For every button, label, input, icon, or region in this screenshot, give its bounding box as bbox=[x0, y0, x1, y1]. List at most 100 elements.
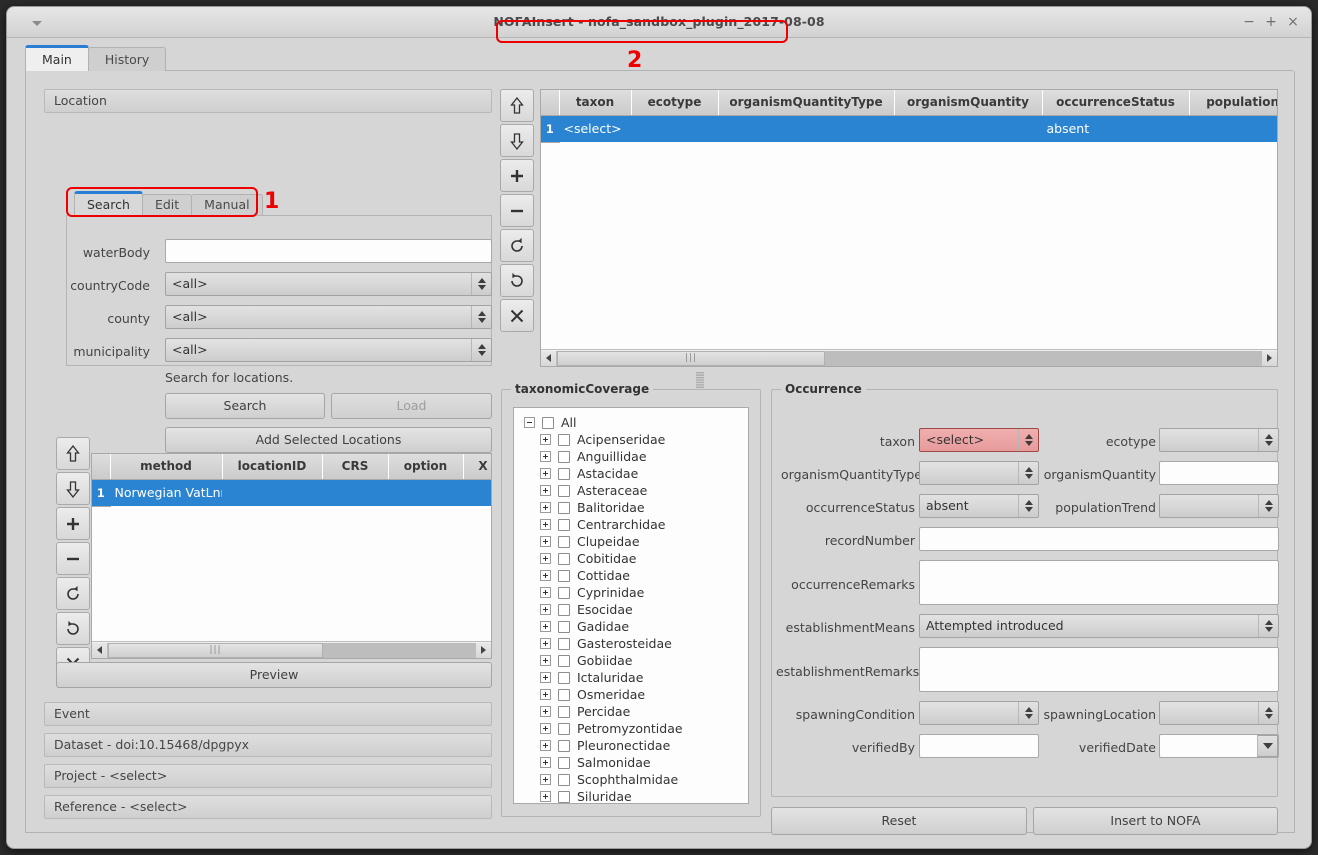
spinner-icon[interactable] bbox=[1258, 495, 1278, 517]
occurrence-remarks-input[interactable] bbox=[919, 560, 1279, 605]
tree-item[interactable]: Pleuronectidae bbox=[514, 737, 748, 754]
checkbox-taxon-family[interactable] bbox=[558, 790, 570, 803]
checkbox-taxon-family[interactable] bbox=[558, 484, 570, 497]
scroll-thumb[interactable]: ||| bbox=[557, 350, 825, 366]
checkbox-taxon-family[interactable] bbox=[558, 620, 570, 633]
county-combo[interactable]: <all> bbox=[165, 305, 492, 329]
project-section-header[interactable]: Project - <select> bbox=[44, 764, 492, 788]
cell-crs[interactable] bbox=[322, 479, 389, 506]
table-row[interactable]: 1 <select> absent bbox=[541, 115, 1277, 143]
taxon-combo[interactable]: <select> bbox=[919, 428, 1039, 452]
event-section-header[interactable]: Event bbox=[44, 702, 492, 726]
scroll-left-icon[interactable] bbox=[541, 350, 557, 366]
column-header-populationtrend[interactable]: populationTr bbox=[1189, 90, 1277, 116]
checkbox-taxon-family[interactable] bbox=[558, 552, 570, 565]
checkbox-taxon-family[interactable] bbox=[558, 654, 570, 667]
tree-item[interactable]: Anguillidae bbox=[514, 448, 748, 465]
scroll-thumb[interactable]: ||| bbox=[108, 642, 323, 658]
maximize-button[interactable]: + bbox=[1263, 15, 1279, 31]
tree-item[interactable]: Esocidae bbox=[514, 601, 748, 618]
checkbox-taxon-family[interactable] bbox=[558, 569, 570, 582]
occurrence-table-hscrollbar[interactable]: ||| bbox=[541, 349, 1277, 366]
preview-button[interactable]: Preview bbox=[56, 662, 492, 688]
tree-item-all[interactable]: All bbox=[514, 414, 748, 431]
column-header-ecotype[interactable]: ecotype bbox=[631, 90, 719, 116]
verified-by-input[interactable] bbox=[919, 734, 1039, 758]
dataset-section-header[interactable]: Dataset - doi:10.15468/dpgpyx bbox=[44, 733, 492, 757]
column-header-locationid[interactable]: locationID bbox=[222, 454, 323, 480]
expand-expander-icon[interactable] bbox=[540, 672, 551, 683]
expand-expander-icon[interactable] bbox=[540, 570, 551, 581]
tree-item[interactable]: Cyprinidae bbox=[514, 584, 748, 601]
occurrence-refresh-button[interactable] bbox=[500, 229, 534, 262]
expand-expander-icon[interactable] bbox=[540, 740, 551, 751]
checkbox-taxon-family[interactable] bbox=[558, 637, 570, 650]
expand-expander-icon[interactable] bbox=[540, 638, 551, 649]
location-refresh-button[interactable] bbox=[56, 577, 90, 610]
location-move-down-button[interactable] bbox=[56, 472, 90, 505]
spinner-icon[interactable] bbox=[1258, 429, 1278, 451]
checkbox-taxon-family[interactable] bbox=[558, 603, 570, 616]
record-number-input[interactable] bbox=[919, 527, 1279, 551]
column-header-option[interactable]: option bbox=[388, 454, 464, 480]
location-reset-button[interactable] bbox=[56, 612, 90, 645]
checkbox-taxon-family[interactable] bbox=[558, 756, 570, 769]
scroll-track[interactable]: ||| bbox=[108, 642, 475, 658]
tree-item[interactable]: Clupeidae bbox=[514, 533, 748, 550]
expand-expander-icon[interactable] bbox=[540, 502, 551, 513]
column-header-organismquantitytype[interactable]: organismQuantityType bbox=[718, 90, 895, 116]
expand-expander-icon[interactable] bbox=[540, 706, 551, 717]
location-add-row-button[interactable] bbox=[56, 507, 90, 540]
tree-item[interactable]: Osmeridae bbox=[514, 686, 748, 703]
spawning-condition-combo[interactable] bbox=[919, 701, 1039, 725]
expand-expander-icon[interactable] bbox=[540, 791, 551, 802]
scroll-track[interactable]: ||| bbox=[557, 350, 1261, 366]
checkbox-taxon-family[interactable] bbox=[558, 705, 570, 718]
tab-main[interactable]: Main bbox=[25, 45, 89, 71]
tree-item[interactable]: Centrarchidae bbox=[514, 516, 748, 533]
scroll-left-icon[interactable] bbox=[92, 642, 108, 658]
location-section-header[interactable]: Location bbox=[44, 89, 492, 113]
scroll-right-icon[interactable] bbox=[1261, 350, 1277, 366]
spinner-icon[interactable] bbox=[471, 306, 491, 328]
establishment-remarks-input[interactable] bbox=[919, 647, 1279, 692]
occurrence-add-row-button[interactable] bbox=[500, 159, 534, 192]
scroll-right-icon[interactable] bbox=[475, 642, 491, 658]
spinner-icon[interactable] bbox=[471, 339, 491, 361]
location-remove-row-button[interactable] bbox=[56, 542, 90, 575]
expand-expander-icon[interactable] bbox=[540, 553, 551, 564]
checkbox-taxon-family[interactable] bbox=[558, 501, 570, 514]
table-row[interactable]: 1 Norwegian VatLnr bbox=[92, 479, 491, 507]
add-selected-locations-button[interactable]: Add Selected Locations bbox=[165, 427, 492, 453]
ecotype-combo[interactable] bbox=[1159, 428, 1279, 452]
spawning-location-combo[interactable] bbox=[1159, 701, 1279, 725]
collapse-expander-icon[interactable] bbox=[524, 417, 535, 428]
tree-item[interactable]: Gasterosteidae bbox=[514, 635, 748, 652]
location-tab-manual[interactable]: Manual bbox=[191, 194, 263, 215]
occurrence-table[interactable]: taxon ecotype organismQuantityType organ… bbox=[540, 89, 1278, 367]
search-button[interactable]: Search bbox=[165, 393, 325, 419]
tab-history[interactable]: History bbox=[87, 47, 167, 71]
minimize-button[interactable]: − bbox=[1241, 15, 1257, 31]
column-header-method[interactable]: method bbox=[110, 454, 223, 480]
reset-button[interactable]: Reset bbox=[771, 807, 1027, 835]
tree-item[interactable]: Balitoridae bbox=[514, 499, 748, 516]
taxonomic-coverage-tree[interactable]: All Acipenseridae Anguillidae Astacidae Ast… bbox=[513, 407, 749, 804]
expand-expander-icon[interactable] bbox=[540, 434, 551, 445]
expand-expander-icon[interactable] bbox=[540, 689, 551, 700]
organism-quantity-type-combo[interactable] bbox=[919, 461, 1039, 485]
checkbox-taxon-family[interactable] bbox=[558, 773, 570, 786]
insert-to-nofa-button[interactable]: Insert to NOFA bbox=[1033, 807, 1278, 835]
population-trend-combo[interactable] bbox=[1159, 494, 1279, 518]
spinner-icon[interactable] bbox=[1018, 429, 1038, 451]
checkbox-taxon-family[interactable] bbox=[558, 518, 570, 531]
checkbox-taxon-family[interactable] bbox=[558, 433, 570, 446]
reference-section-header[interactable]: Reference - <select> bbox=[44, 795, 492, 819]
tree-item[interactable]: Cottidae bbox=[514, 567, 748, 584]
expand-expander-icon[interactable] bbox=[540, 587, 551, 598]
occurrence-move-up-button[interactable] bbox=[500, 89, 534, 122]
countrycode-combo[interactable]: <all> bbox=[165, 272, 492, 296]
occurrence-move-down-button[interactable] bbox=[500, 124, 534, 157]
tree-item[interactable]: Asteraceae bbox=[514, 482, 748, 499]
checkbox-taxon-family[interactable] bbox=[558, 586, 570, 599]
